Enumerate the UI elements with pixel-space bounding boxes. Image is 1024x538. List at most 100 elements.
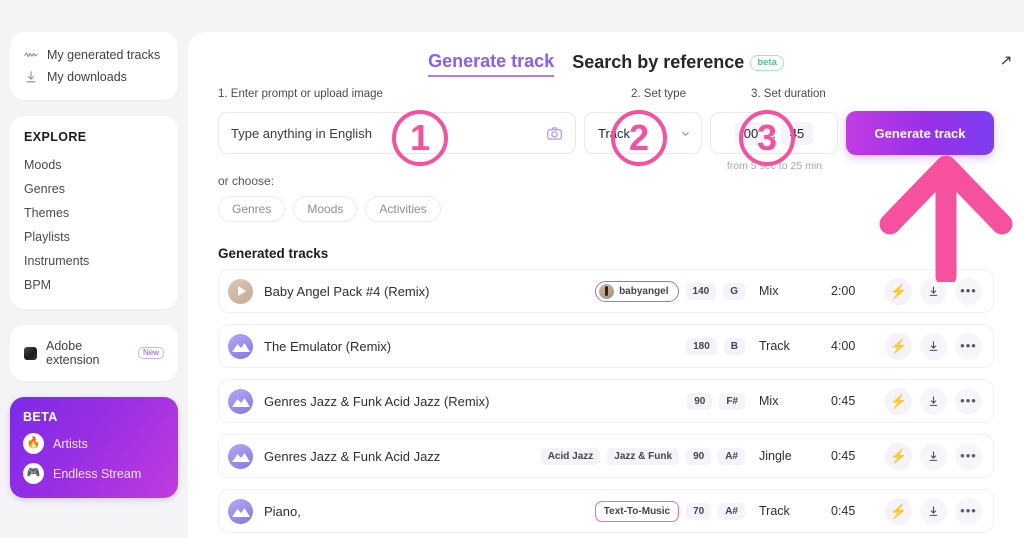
track-title: Genres Jazz & Funk Acid Jazz (Remix) (264, 393, 490, 409)
track-type: Jingle (759, 449, 792, 463)
track-thumbnail[interactable] (228, 388, 253, 414)
download-button[interactable] (920, 387, 947, 415)
sidebar-item-moods[interactable]: Moods (22, 153, 166, 177)
boost-button[interactable]: ⚡ (885, 277, 912, 305)
track-type: Track (759, 504, 790, 518)
prompt-input[interactable]: Type anything in English (231, 126, 538, 141)
duration-hint: from 5 sec to 25 min (726, 160, 822, 172)
more-options-button[interactable]: ••• (955, 277, 982, 305)
track-type: Track (759, 339, 790, 353)
adobe-extension-row[interactable]: Adobe extension New (22, 337, 166, 369)
sidebar-quick-links-card: My generated tracks My downloads (10, 32, 178, 100)
track-thumbnail[interactable] (228, 498, 253, 524)
genre-tag: Jazz & Funk (607, 447, 680, 465)
sidebar-item-my-downloads[interactable]: My downloads (22, 66, 166, 88)
more-options-button[interactable]: ••• (955, 497, 982, 525)
download-icon (929, 396, 938, 406)
artist-badge[interactable]: babyangel (595, 280, 679, 302)
download-icon (929, 506, 938, 516)
ellipsis-icon: ••• (960, 283, 977, 298)
sidebar-item-themes[interactable]: Themes (22, 201, 166, 225)
track-type: Mix (759, 284, 779, 298)
flame-icon: 🔥 (23, 433, 44, 454)
generated-tracks-heading: Generated tracks (218, 246, 329, 261)
mountain-icon (232, 342, 250, 352)
boost-button[interactable]: ⚡ (885, 442, 912, 470)
download-button[interactable] (920, 277, 947, 305)
collapse-panel-button[interactable] (994, 48, 1018, 72)
ellipsis-icon: ••• (960, 338, 977, 353)
new-badge: New (137, 346, 164, 360)
table-row[interactable]: The Emulator (Remix) 180 B Track 4:00 ⚡ (218, 324, 994, 368)
download-icon (929, 451, 938, 461)
sidebar-item-endless-stream[interactable]: 🎮 Endless Stream (23, 463, 165, 484)
track-duration: 0:45 (831, 394, 856, 408)
beta-badge: beta (750, 55, 784, 71)
duration-seconds[interactable]: 45 (780, 121, 814, 145)
download-icon (26, 71, 36, 83)
sidebar-adobe-extension-card[interactable]: Adobe extension New (10, 325, 178, 381)
tab-search-by-reference[interactable]: Search by reference beta (572, 52, 784, 76)
or-choose-label: or choose: (218, 174, 275, 188)
tab-generate-track[interactable]: Generate track (428, 51, 555, 77)
bpm-tag: 70 (686, 502, 712, 520)
bpm-tag: 180 (686, 337, 717, 355)
generated-tracks-list: Baby Angel Pack #4 (Remix) babyangel 140… (218, 269, 994, 533)
track-title: The Emulator (Remix) (264, 338, 392, 354)
sidebar-item-genres[interactable]: Genres (22, 177, 166, 201)
row-actions: ⚡ ••• (885, 442, 982, 470)
sidebar-item-artists[interactable]: 🔥 Artists (23, 433, 165, 454)
track-thumbnail[interactable] (228, 333, 253, 359)
sidebar-item-my-generated-tracks[interactable]: My generated tracks (22, 44, 166, 66)
step-1-label: 1. Enter prompt or upload image (218, 88, 383, 100)
bpm-tag: 90 (686, 447, 712, 465)
boost-button[interactable]: ⚡ (885, 387, 912, 415)
track-duration: 0:45 (831, 449, 856, 463)
download-button[interactable] (920, 497, 947, 525)
avatar (599, 283, 615, 299)
more-options-button[interactable]: ••• (955, 332, 982, 360)
sidebar-item-playlists[interactable]: Playlists (22, 225, 166, 249)
track-thumbnail[interactable] (228, 443, 253, 469)
boost-button[interactable]: ⚡ (885, 332, 912, 360)
table-row[interactable]: Baby Angel Pack #4 (Remix) babyangel 140… (218, 269, 994, 313)
more-options-button[interactable]: ••• (955, 387, 982, 415)
generate-track-button[interactable]: Generate track (846, 111, 994, 155)
download-icon (929, 341, 938, 351)
track-thumbnail-play[interactable] (228, 278, 253, 304)
download-button[interactable] (920, 442, 947, 470)
source-badge: Text-To-Music (594, 500, 680, 522)
track-title: Genres Jazz & Funk Acid Jazz (264, 448, 441, 464)
sidebar-item-instruments[interactable]: Instruments (22, 249, 166, 273)
ellipsis-icon: ••• (960, 448, 977, 463)
explore-heading: EXPLORE (24, 130, 87, 144)
mountain-icon (232, 397, 250, 407)
chip-genres[interactable]: Genres (218, 196, 286, 222)
sidebar-explore-card: EXPLORE Moods Genres Themes Playlists In… (10, 116, 178, 309)
track-duration: 2:00 (831, 284, 856, 298)
generation-form: 1. Enter prompt or upload image 2. Set t… (188, 78, 1024, 533)
sidebar-item-bpm[interactable]: BPM (22, 273, 166, 297)
step-2-label: 2. Set type (631, 88, 686, 100)
chip-moods[interactable]: Moods (293, 196, 358, 222)
row-actions: ⚡ ••• (885, 277, 982, 305)
duration-input[interactable]: 00 : 45 (710, 112, 838, 154)
more-options-button[interactable]: ••• (955, 442, 982, 470)
lightning-bolt-icon: ⚡ (889, 448, 908, 464)
row-actions: ⚡ ••• (885, 387, 982, 415)
gamepad-icon: 🎮 (23, 463, 44, 484)
camera-icon[interactable] (546, 125, 563, 142)
table-row[interactable]: Piano, Text-To-Music 70 A# Track 0:45 ⚡ (218, 489, 994, 533)
type-select[interactable]: Track (584, 112, 702, 154)
table-row[interactable]: Genres Jazz & Funk Acid Jazz Acid Jazz J… (218, 434, 994, 478)
boost-button[interactable]: ⚡ (885, 497, 912, 525)
track-duration: 4:00 (831, 339, 856, 353)
app-root: My generated tracks My downloads EXPLORE… (0, 0, 1024, 538)
track-tags: 90 F# (687, 392, 745, 410)
sidebar-item-label: My generated tracks (47, 48, 161, 62)
prompt-input-wrapper[interactable]: Type anything in English (218, 112, 576, 154)
table-row[interactable]: Genres Jazz & Funk Acid Jazz (Remix) 90 … (218, 379, 994, 423)
chip-activities[interactable]: Activities (365, 196, 441, 222)
duration-minutes[interactable]: 00 (734, 121, 768, 145)
download-button[interactable] (920, 332, 947, 360)
